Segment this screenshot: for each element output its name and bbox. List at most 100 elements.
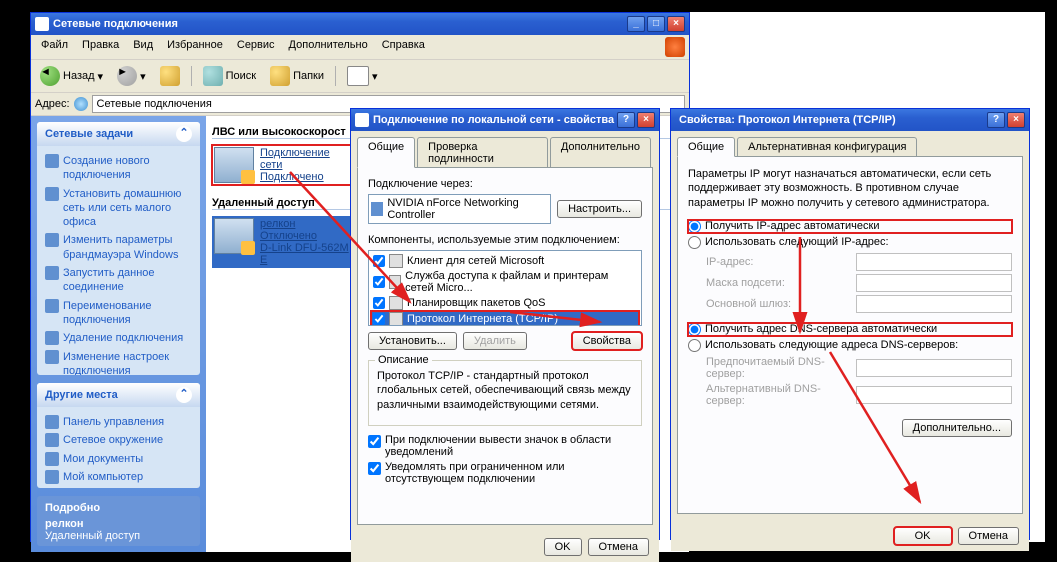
mask-field[interactable] (856, 274, 1012, 292)
conn-lan-item[interactable]: ПодключениесетиПодключено (212, 145, 352, 185)
other-network[interactable]: Сетевое окружение (45, 431, 192, 449)
tab-advanced[interactable]: Дополнительно (550, 137, 651, 168)
component-tcpip[interactable]: Протокол Интернета (TCP/IP) (371, 311, 639, 326)
details-name: релкон (45, 518, 192, 530)
dns1-field[interactable] (856, 359, 1012, 377)
menu-help[interactable]: Справка (376, 37, 431, 57)
back-button[interactable]: ◄Назад▾ (35, 63, 108, 89)
xp-logo-icon (665, 37, 685, 57)
menu-extra[interactable]: Дополнительно (283, 37, 374, 57)
tray-icon-label: При подключении вывести значок в области… (385, 434, 642, 458)
dns1-label: Предпочитаемый DNS-сервер: (706, 356, 856, 380)
component-qos[interactable]: Планировщик пакетов QoS (371, 295, 639, 311)
menu-fav[interactable]: Избранное (161, 37, 229, 57)
other-cpanel[interactable]: Панель управления (45, 413, 192, 431)
install-button[interactable]: Установить... (368, 332, 457, 350)
lan-properties-dialog: Подключение по локальной сети - свойства… (350, 108, 660, 540)
radio-manual-ip-label: Использовать следующий IP-адрес: (705, 236, 889, 248)
task-rename[interactable]: Переименование подключения (45, 297, 192, 330)
menu-tools[interactable]: Сервис (231, 37, 281, 57)
tab-alt-config[interactable]: Альтернативная конфигурация (737, 137, 917, 157)
tray-icon-checkbox[interactable] (368, 435, 381, 448)
rename-icon (45, 299, 59, 313)
views-button[interactable]: ▾ (342, 63, 383, 89)
maximize-button[interactable]: □ (647, 16, 665, 32)
help-button[interactable]: ? (617, 112, 635, 128)
home-icon (45, 187, 59, 201)
conn-dialup-item[interactable]: релконОтключеноD-Link DFU-562M E (212, 216, 352, 268)
ip-field[interactable] (856, 253, 1012, 271)
cancel-button[interactable]: Отмена (958, 527, 1019, 545)
gateway-label: Основной шлюз: (706, 298, 856, 310)
radio-auto-ip-label: Получить IP-адрес автоматически (705, 220, 879, 232)
properties-button[interactable]: Свойства (572, 332, 642, 350)
forward-button[interactable]: ►▾ (112, 63, 151, 89)
other-docs[interactable]: Мои документы (45, 450, 192, 468)
radio-manual-dns[interactable] (688, 339, 701, 352)
tab-auth[interactable]: Проверка подлинности (417, 137, 548, 168)
dns2-field[interactable] (856, 386, 1012, 404)
component-fileshare[interactable]: Служба доступа к файлам и принтерам сете… (371, 269, 639, 295)
dlg1-title: Подключение по локальной сети - свойства (373, 114, 617, 126)
minimize-button[interactable]: _ (627, 16, 645, 32)
ok-button[interactable]: OK (544, 538, 582, 556)
client-icon (389, 254, 403, 268)
search-button[interactable]: Поиск (198, 63, 261, 89)
network-icon (45, 433, 59, 447)
task-settings[interactable]: Изменение настроек подключения (45, 348, 192, 376)
close-button[interactable]: × (637, 112, 655, 128)
cancel-button[interactable]: Отмена (588, 538, 649, 556)
chevron-up-icon[interactable]: ⌃ (176, 126, 192, 142)
task-delete[interactable]: Удаление подключения (45, 329, 192, 347)
back-icon: ◄ (40, 66, 60, 86)
close-button[interactable]: × (667, 16, 685, 32)
dns2-label: Альтернативный DNS-сервер: (706, 383, 856, 407)
radio-manual-dns-label: Использовать следующие адреса DNS-сервер… (705, 339, 958, 351)
tab-general[interactable]: Общие (357, 137, 415, 168)
toolbar: ◄Назад▾ ►▾ Поиск Папки ▾ (31, 60, 689, 93)
delete-icon (45, 331, 59, 345)
forward-icon: ► (117, 66, 137, 86)
mask-label: Маска подсети: (706, 277, 856, 289)
qos-icon (389, 296, 403, 310)
advanced-button[interactable]: Дополнительно... (902, 419, 1012, 437)
up-button[interactable] (155, 63, 185, 89)
components-label: Компоненты, используемые этим подключени… (368, 234, 642, 246)
task-firewall[interactable]: Изменить параметры брандмауэра Windows (45, 231, 192, 264)
chevron-up-icon[interactable]: ⌃ (176, 387, 192, 403)
explorer-titlebar[interactable]: Сетевые подключения _ □ × (31, 13, 689, 35)
configure-button[interactable]: Настроить... (557, 200, 642, 218)
other-computer[interactable]: Мой компьютер (45, 468, 192, 486)
ok-button[interactable]: OK (894, 527, 952, 545)
radio-auto-ip[interactable] (688, 220, 701, 233)
menu-edit[interactable]: Правка (76, 37, 125, 57)
radio-auto-dns[interactable] (688, 323, 701, 336)
computer-icon (45, 470, 59, 484)
close-button[interactable]: × (1007, 112, 1025, 128)
play-icon (45, 266, 59, 280)
dlg1-titlebar[interactable]: Подключение по локальной сети - свойства… (351, 109, 659, 131)
lan-connection-icon (214, 147, 254, 183)
notify-checkbox[interactable] (368, 462, 381, 475)
radio-manual-ip[interactable] (688, 236, 701, 249)
help-button[interactable]: ? (987, 112, 1005, 128)
task-start[interactable]: Запустить данное соединение (45, 264, 192, 297)
task-home-net[interactable]: Установить домашнюю сеть или сеть малого… (45, 185, 192, 232)
folders-button[interactable]: Папки (265, 63, 329, 89)
menu-file[interactable]: Файл (35, 37, 74, 57)
task-new-conn[interactable]: Создание нового подключения (45, 152, 192, 185)
adapter-icon (371, 202, 383, 216)
menu-view[interactable]: Вид (127, 37, 159, 57)
component-client[interactable]: Клиент для сетей Microsoft (371, 253, 639, 269)
cpanel-icon (45, 415, 59, 429)
dlg2-titlebar[interactable]: Свойства: Протокол Интернета (TCP/IP) ? … (671, 109, 1029, 131)
gateway-field[interactable] (856, 295, 1012, 313)
views-icon (347, 66, 369, 86)
tab-general[interactable]: Общие (677, 137, 735, 157)
radio-auto-ip-row: Получить IP-адрес автоматически (688, 220, 1012, 233)
description-header: Описание (375, 354, 432, 366)
address-label: Адрес: (35, 98, 70, 110)
remove-button[interactable]: Удалить (463, 332, 527, 350)
components-list[interactable]: Клиент для сетей Microsoft Служба доступ… (368, 250, 642, 326)
description-text: Протокол TCP/IP - стандартный протокол г… (377, 369, 633, 412)
